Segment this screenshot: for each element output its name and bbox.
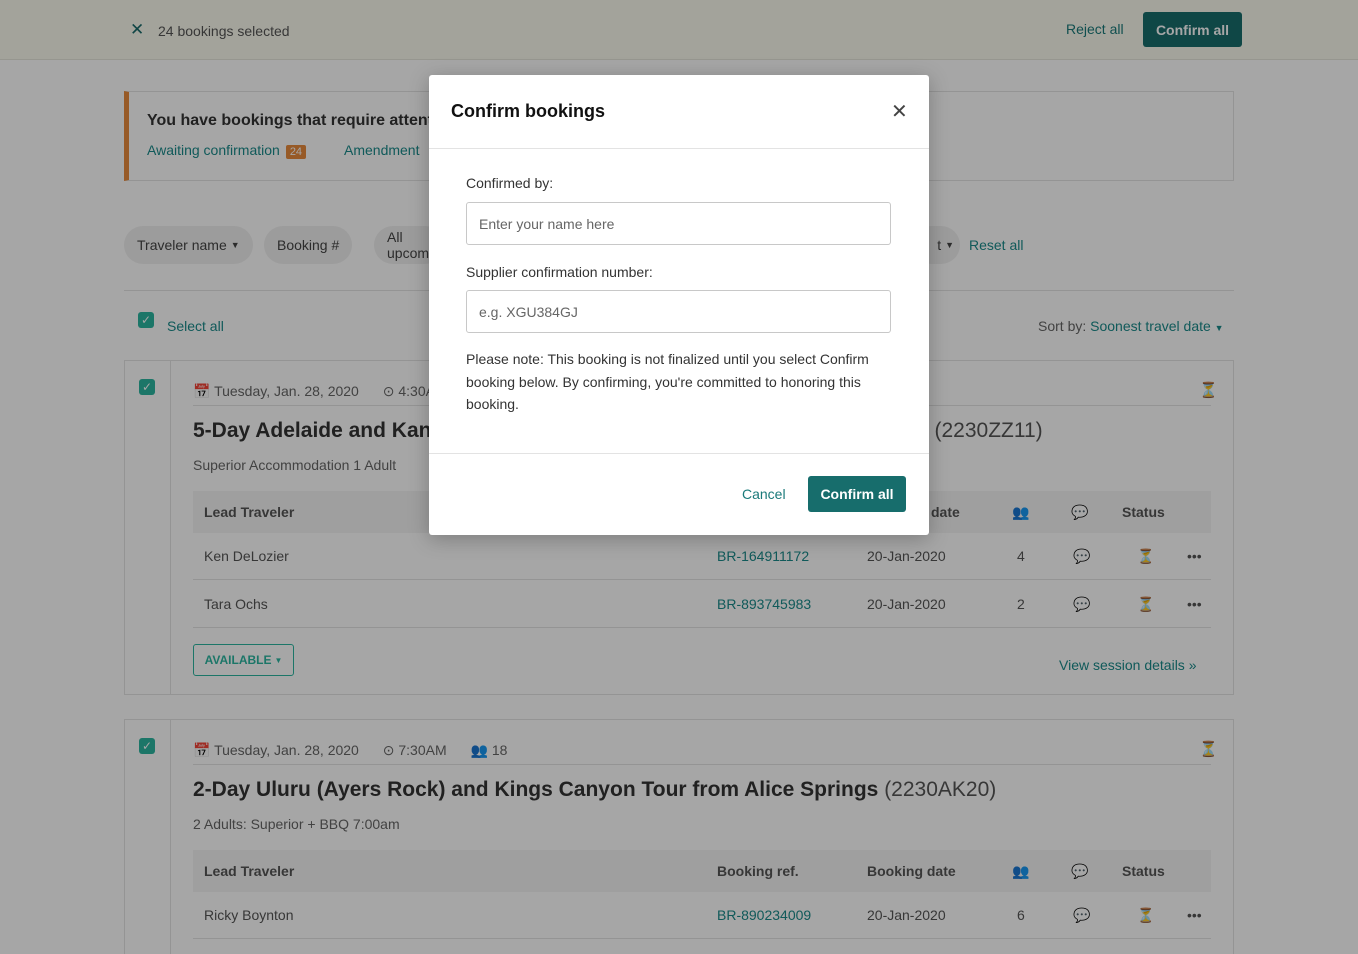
confirm-all-modal-button[interactable]: Confirm all [808, 476, 906, 512]
cancel-button[interactable]: Cancel [742, 486, 786, 502]
supplier-confirmation-input[interactable] [466, 290, 891, 333]
supplier-confirmation-label: Supplier confirmation number: [466, 264, 653, 280]
divider [429, 453, 929, 454]
confirmation-note: Please note: This booking is not finaliz… [466, 351, 869, 412]
confirmed-by-label: Confirmed by: [466, 175, 554, 191]
close-icon[interactable]: ✕ [891, 99, 908, 124]
confirm-bookings-modal: Confirm bookings ✕ Confirmed by: Supplie… [429, 75, 929, 535]
modal-title: Confirm bookings [451, 101, 605, 121]
divider [429, 148, 929, 149]
confirmed-by-input[interactable] [466, 202, 891, 245]
